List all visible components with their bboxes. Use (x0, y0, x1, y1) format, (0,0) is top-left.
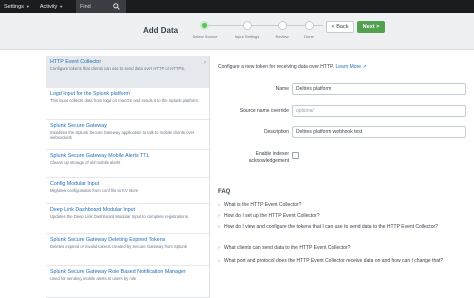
page-title: Add Data (143, 26, 179, 35)
faq-question: How do I set up the HTTP Event Collector… (224, 213, 320, 219)
list-item-description: Updates the Deep Link Dashboard Modular … (50, 214, 189, 219)
list-item-title: Splunk Secure Gateway Deleting Expired T… (50, 237, 166, 243)
indexer-ack-label-line2: acknowledgement (248, 158, 289, 164)
chevron-right-icon: › (204, 60, 206, 66)
faq-item[interactable]: › What clients can send data to the HTTP… (218, 245, 468, 252)
source-list: HTTP Event Collector Configure tokens th… (46, 56, 210, 298)
indexer-ack-label-line1: Enable indexer (255, 151, 289, 157)
step-indicator-select-source (200, 21, 209, 30)
step-indicator-input-settings (243, 21, 252, 30)
faq-item[interactable]: › How do I view and configure the tokens… (218, 224, 468, 231)
name-field[interactable]: Deltres platform (292, 83, 466, 95)
faq-heading: FAQ (218, 189, 231, 195)
list-item-description: This input collects data from logd on ma… (50, 98, 199, 103)
list-item-http-event-collector[interactable]: HTTP Event Collector Configure tokens th… (46, 56, 209, 88)
step-indicator-review (278, 21, 287, 30)
list-item-title: Splunk Secure Gateway Mobile Alerts TTL (50, 153, 150, 159)
list-item-description: Configure tokens that clients can use to… (50, 66, 186, 71)
form-intro-text: Configure a new token for receiving data… (218, 64, 335, 70)
list-item-secure-gateway-alerts-ttl[interactable]: Splunk Secure Gateway Mobile Alerts TTL … (46, 150, 209, 178)
settings-menu-label: Settings (4, 3, 24, 10)
list-item-description: Initializes the Splunk Secure Gateway ap… (50, 130, 195, 141)
find-input-label: Find (80, 3, 91, 10)
activity-menu-label: Activity (39, 3, 58, 10)
step-label-done: Done (304, 34, 314, 39)
description-label: Description (263, 129, 289, 135)
faq-question: What clients can send data to the HTTP E… (224, 245, 351, 251)
list-item-title: Splunk Secure Gateway Role Based Notific… (50, 269, 186, 275)
description-field[interactable]: Deltres platform webhook test (292, 126, 466, 138)
form-intro: Configure a new token for receiving data… (218, 64, 367, 70)
list-item-title: Deep Link Dashboard Modular Input (50, 207, 136, 213)
settings-menu[interactable]: Settings ▼ (0, 0, 36, 13)
list-item-role-based-notification[interactable]: Splunk Secure Gateway Role Based Notific… (46, 266, 209, 298)
caret-down-icon: ▼ (25, 4, 30, 9)
list-item-deleting-expired-tokens[interactable]: Splunk Secure Gateway Deleting Expired T… (46, 234, 209, 266)
list-item-description: Used for sending mobile alerts to users … (50, 276, 137, 281)
step-label-review: Review (275, 34, 289, 39)
wizard-stepper: Select Source Input Settings Review Done (190, 18, 326, 44)
learn-more-link[interactable]: Learn More ↗ (335, 64, 366, 70)
step-label-input-settings: Input Settings (234, 34, 260, 39)
list-item-description: Cleans up storage of old mobile alerts (50, 160, 121, 165)
indexer-ack-checkbox[interactable] (292, 152, 299, 159)
faq-question: What port and protocol does the HTTP Eve… (224, 258, 444, 264)
search-icon[interactable] (113, 3, 120, 10)
list-item-title: Splunk Secure Gateway (50, 123, 107, 129)
list-item-description: Migrates configuration from conf file to… (50, 188, 139, 193)
faq-item[interactable]: › How do I set up the HTTP Event Collect… (218, 213, 468, 220)
list-item-title: Config Modular Input (50, 181, 100, 187)
next-button[interactable]: Next > (357, 21, 385, 33)
caret-down-icon: ▼ (59, 4, 64, 9)
faq-item[interactable]: › What is the HTTP Event Collector? (218, 202, 468, 209)
list-item-deep-link-dashboard[interactable]: Deep Link Dashboard Modular Input Update… (46, 204, 209, 234)
activity-menu[interactable]: Activity ▼ (36, 0, 69, 13)
list-item-secure-gateway[interactable]: Splunk Secure Gateway Initializes the Sp… (46, 120, 209, 150)
list-item-title: Logd Input for the Splunk platform (50, 91, 130, 97)
source-name-override-label: Source name override (239, 108, 289, 114)
list-item-config-modular-input[interactable]: Config Modular Input Migrates configurat… (46, 178, 209, 204)
faq-question: What is the HTTP Event Collector? (224, 202, 302, 208)
step-indicator-done (305, 21, 314, 30)
back-button[interactable]: < Back (326, 21, 354, 33)
list-item-logd-input[interactable]: Logd Input for the Splunk platform This … (46, 88, 209, 120)
list-item-title: HTTP Event Collector (50, 59, 102, 65)
top-navigation-bar: Settings ▼ Activity ▼ Find (0, 0, 474, 13)
list-item-description: Deletes expired or invalid tokens create… (50, 244, 187, 249)
faq-question: How do I view and configure the tokens t… (224, 224, 438, 230)
step-label-select-source: Select Source (192, 34, 218, 39)
source-name-override-field[interactable]: optional (292, 105, 466, 117)
faq-item[interactable]: › What port and protocol does the HTTP E… (218, 258, 468, 265)
name-label: Name (275, 86, 289, 92)
